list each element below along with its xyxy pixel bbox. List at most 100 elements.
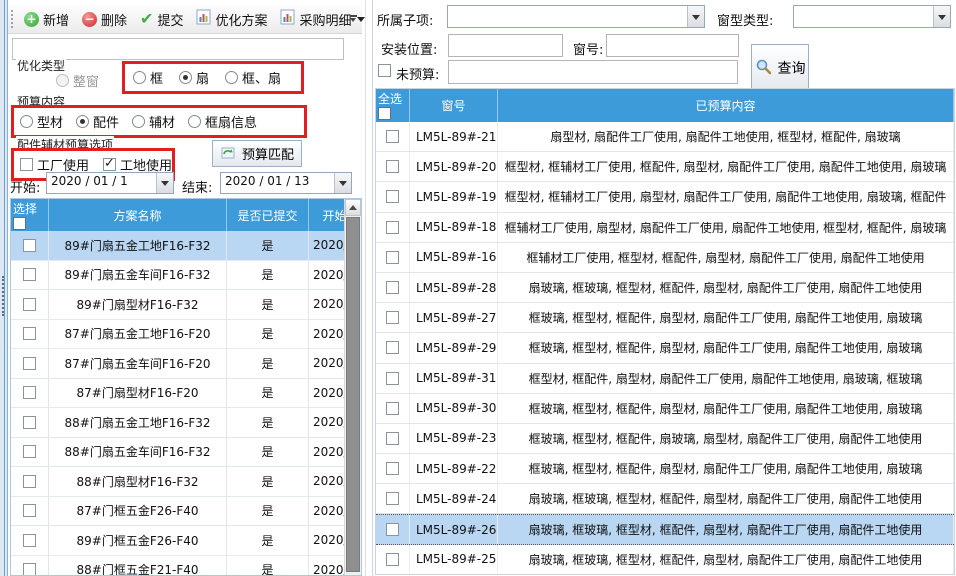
window-table-row[interactable]: LM5L-89#-30F28框玻璃, 框型材, 框配件, 扇型材, 扇配件工厂使… <box>376 394 954 424</box>
plan-table-row[interactable]: 89#门扇五金工地F16-F32是2020/0 <box>11 231 361 261</box>
chevron-down-icon[interactable] <box>933 6 950 27</box>
chevron-down-icon[interactable] <box>156 173 173 193</box>
select-all-checkbox[interactable] <box>378 107 391 120</box>
radio-frame-sash[interactable]: 框、扇 <box>225 68 281 87</box>
window-table-row[interactable]: LM5L-89#-19F17框型材, 框辅材工厂使用, 扇型材, 扇配件工厂使用… <box>376 182 954 212</box>
radio-icon[interactable] <box>133 71 146 84</box>
row-checkbox[interactable] <box>23 386 36 399</box>
delete-button[interactable]: 删除 <box>76 6 133 33</box>
row-checkbox[interactable] <box>386 251 399 264</box>
window-table-row[interactable]: LM5L-89#-20F18框型材, 框辅材工厂使用, 框配件, 扇型材, 扇配… <box>376 152 954 182</box>
plan-table-row[interactable]: 88#门扇型材F16-F32是2020/0 <box>11 467 361 497</box>
plan-table-row[interactable]: 87#门扇五金车间F16-F20是2020/0 <box>11 349 361 379</box>
row-checkbox[interactable] <box>386 160 399 173</box>
add-button[interactable]: 新增 <box>18 6 75 33</box>
row-checkbox[interactable] <box>386 311 399 324</box>
scrollbar-thumb[interactable] <box>346 217 360 572</box>
window-table-row[interactable]: LM5L-89#-23F21框玻璃, 框型材, 框配件, 扇玻璃, 扇型材, 扇… <box>376 424 954 454</box>
radio-icon[interactable] <box>188 115 201 128</box>
radio-frame[interactable]: 框 <box>133 68 163 87</box>
plan-table-scrollbar[interactable] <box>344 199 361 575</box>
splitter-grip[interactable] <box>2 276 5 316</box>
radio-auxiliary[interactable]: 辅材 <box>132 112 175 131</box>
window-table-row[interactable]: LM5L-89#-16F15框辅材工厂使用, 框型材, 框配件, 扇型材, 扇配… <box>376 243 954 273</box>
row-checkbox[interactable] <box>23 268 36 281</box>
radio-icon[interactable] <box>225 71 238 84</box>
row-checkbox[interactable] <box>23 445 36 458</box>
row-checkbox[interactable] <box>386 221 399 234</box>
plan-select-cell <box>11 467 49 496</box>
window-table-row[interactable]: LM5L-89#-27F25框玻璃, 框型材, 框配件, 扇型材, 扇配件工厂使… <box>376 303 954 333</box>
radio-profile[interactable]: 型材 <box>20 112 63 131</box>
plan-table-row[interactable]: 88#门框五金F21-F40是2020/0 <box>11 556 361 576</box>
window-table-row[interactable]: LM5L-89#-31F29框型材, 框配件, 扇型材, 扇配件工厂使用, 扇配… <box>376 364 954 394</box>
row-checkbox[interactable] <box>23 475 36 488</box>
radio-icon[interactable] <box>20 115 33 128</box>
plan-table-row[interactable]: 89#门扇型材F16-F32是2020/0 <box>11 290 361 320</box>
row-checkbox[interactable] <box>386 462 399 475</box>
not-budgeted-checkbox[interactable] <box>378 64 391 77</box>
row-checkbox[interactable] <box>23 504 36 517</box>
row-checkbox[interactable] <box>23 357 36 370</box>
window-table-row[interactable]: LM5L-89#-25F23扇玻璃, 框玻璃, 框型材, 框配件, 扇型材, 扇… <box>376 545 954 575</box>
end-date-picker[interactable]: 2020 / 01 / 13 <box>220 172 352 194</box>
row-checkbox[interactable] <box>386 432 399 445</box>
not-budgeted-input[interactable] <box>448 60 738 84</box>
toolbar: 新增 删除 提交 优化方案 采购明细 <box>8 5 362 34</box>
row-checkbox[interactable] <box>23 327 36 340</box>
radio-icon[interactable] <box>132 115 145 128</box>
budget-match-button-label: 预算匹配 <box>242 144 294 163</box>
window-table-row[interactable]: LM5L-89#-21F19扇型材, 扇配件工厂使用, 扇配件工地使用, 框型材… <box>376 122 954 152</box>
row-checkbox[interactable] <box>386 492 399 505</box>
optimize-plan-button[interactable]: 优化方案 <box>190 5 273 33</box>
plan-table-row[interactable]: 89#门框五金F26-F40是2020/0 <box>11 526 361 556</box>
toolbar-grip[interactable] <box>11 10 14 28</box>
toolbar-overflow-button[interactable] <box>346 11 360 29</box>
window-table-row[interactable]: LM5L-89#-18F16框辅材工厂使用, 扇型材, 扇配件工厂使用, 扇配件… <box>376 213 954 243</box>
row-checkbox[interactable] <box>386 372 399 385</box>
radio-icon[interactable] <box>179 71 192 84</box>
window-table-row[interactable]: LM5L-89#-29F27框玻璃, 框型材, 框配件, 扇型材, 扇配件工厂使… <box>376 333 954 363</box>
sub-item-select[interactable] <box>447 5 705 28</box>
window-type-select[interactable] <box>793 5 951 28</box>
budget-match-button[interactable]: 预算匹配 <box>212 140 302 167</box>
row-checkbox[interactable] <box>386 553 399 566</box>
scroll-up-icon[interactable] <box>345 199 361 216</box>
plan-table-row[interactable]: 87#门扇型材F16-F20是2020/0 <box>11 379 361 409</box>
chevron-down-icon[interactable] <box>334 173 351 193</box>
radio-icon[interactable] <box>76 115 89 128</box>
select-all-checkbox[interactable] <box>13 217 26 230</box>
plan-table-row[interactable]: 88#门扇五金工地F16-F32是2020/0 <box>11 408 361 438</box>
plan-table-row[interactable]: 87#门框五金F26-F40是2020/0 <box>11 497 361 527</box>
start-date-picker[interactable]: 2020 / 01 / 1 <box>46 172 174 194</box>
row-checkbox[interactable] <box>23 563 36 576</box>
window-table-row[interactable]: LM5L-89#-24F22扇玻璃, 框玻璃, 框型材, 框配件, 扇型材, 扇… <box>376 484 954 514</box>
radio-frame-sash-info[interactable]: 框扇信息 <box>188 112 257 131</box>
row-checkbox[interactable] <box>386 523 399 536</box>
row-checkbox[interactable] <box>386 130 399 143</box>
chevron-down-icon[interactable] <box>687 6 704 27</box>
plan-table-row[interactable]: 89#门扇五金车间F16-F32是2020/0 <box>11 261 361 291</box>
row-checkbox[interactable] <box>386 341 399 354</box>
row-checkbox[interactable] <box>386 402 399 415</box>
submit-button[interactable]: 提交 <box>134 6 189 33</box>
window-table-row[interactable]: LM5L-89#-26F24扇玻璃, 框玻璃, 框型材, 框配件, 扇型材, 扇… <box>376 514 954 544</box>
plan-table-row[interactable]: 88#门扇五金车间F16-F32是2020/0 <box>11 438 361 468</box>
radio-sash[interactable]: 扇 <box>179 68 209 87</box>
window-table-row[interactable]: LM5L-89#-28F26扇玻璃, 框玻璃, 框型材, 框配件, 扇型材, 扇… <box>376 273 954 303</box>
window-type-label: 窗型类型: <box>717 10 773 29</box>
window-no-input[interactable] <box>606 34 739 57</box>
checkbox-icon[interactable] <box>20 158 33 171</box>
row-checkbox[interactable] <box>386 281 399 294</box>
install-location-input[interactable] <box>448 34 563 57</box>
row-checkbox[interactable] <box>23 298 36 311</box>
row-checkbox[interactable] <box>23 534 36 547</box>
window-table-row[interactable]: LM5L-89#-22F20框玻璃, 框型材, 框配件, 扇型材, 扇配件工厂使… <box>376 454 954 484</box>
query-button[interactable]: 查询 <box>751 44 809 91</box>
plan-table-row[interactable]: 87#门扇五金工地F16-F20是2020/0 <box>11 320 361 350</box>
row-checkbox[interactable] <box>386 190 399 203</box>
row-checkbox[interactable] <box>23 239 36 252</box>
radio-accessory[interactable]: 配件 <box>76 112 119 131</box>
checkbox-icon[interactable] <box>103 158 116 171</box>
row-checkbox[interactable] <box>23 416 36 429</box>
